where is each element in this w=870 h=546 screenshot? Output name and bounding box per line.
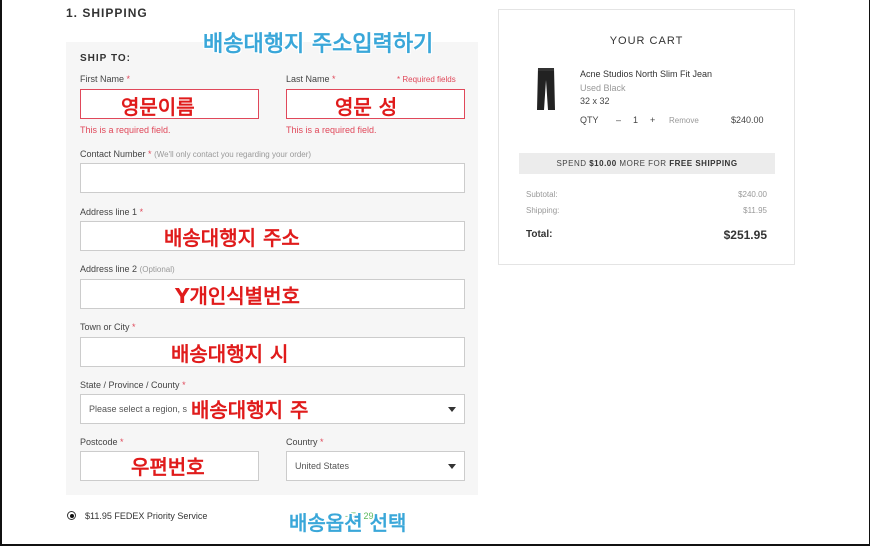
product-name[interactable]: Acne Studios North Slim Fit Jean bbox=[580, 69, 712, 79]
annotation-address2: Y개인식별번호 bbox=[175, 284, 300, 308]
cart-summary: YOUR CART Acne Studios North Slim Fit Je… bbox=[498, 9, 795, 265]
country-select-value: United States bbox=[295, 461, 350, 471]
address-line2-label: Address line 2 (Optional) bbox=[80, 264, 175, 274]
annotation-address1: 배송대행지 주소 bbox=[164, 226, 300, 250]
contact-number-input[interactable] bbox=[80, 163, 465, 193]
shipping-option-radio[interactable] bbox=[67, 511, 76, 520]
qty-decrement-button[interactable]: – bbox=[616, 115, 621, 125]
shipping-value: $11.95 bbox=[743, 206, 767, 215]
free-shipping-banner: SPEND $10.00 MORE FOR FREE SHIPPING bbox=[519, 153, 775, 174]
qty-increment-button[interactable]: + bbox=[650, 115, 655, 125]
annotation-title: 배송대행지 주소입력하기 bbox=[203, 32, 434, 57]
annotation-state: 배송대행지 주 bbox=[191, 398, 309, 422]
qty-value: 1 bbox=[633, 115, 639, 125]
contact-number-label: Contact Number * (We'll only contact you… bbox=[80, 149, 312, 159]
total-value: $251.95 bbox=[723, 228, 767, 242]
required-fields-note: * Required fields bbox=[397, 75, 456, 84]
annotation-postcode: 우편번호 bbox=[131, 455, 205, 479]
shipping-label: Shipping: bbox=[526, 206, 560, 215]
chevron-down-icon bbox=[448, 407, 456, 412]
state-select-placeholder: Please select a region, s bbox=[89, 404, 188, 414]
annotation-last-name: 영문 성 bbox=[335, 95, 398, 119]
city-label: Town or City * bbox=[80, 322, 136, 332]
first-name-error: This is a required field. bbox=[80, 125, 171, 135]
last-name-error: This is a required field. bbox=[286, 125, 377, 135]
country-select[interactable]: United States bbox=[286, 451, 465, 481]
postcode-label: Postcode * bbox=[80, 437, 124, 447]
total-label: Total: bbox=[526, 229, 553, 240]
country-label: Country * bbox=[286, 437, 324, 447]
product-jeans-image bbox=[537, 68, 555, 110]
last-name-label: Last Name * bbox=[286, 74, 336, 84]
qty-label: QTY bbox=[580, 115, 599, 125]
remove-button[interactable]: Remove bbox=[669, 116, 699, 125]
section-title: 1. SHIPPING bbox=[66, 6, 148, 20]
first-name-label: First Name * bbox=[80, 74, 131, 84]
product-price: $240.00 bbox=[731, 115, 764, 125]
product-size: 32 x 32 bbox=[580, 96, 610, 106]
ship-to-heading: SHIP TO: bbox=[80, 53, 131, 64]
annotation-city: 배송대행지 시 bbox=[171, 342, 289, 366]
subtotal-value: $240.00 bbox=[738, 190, 767, 199]
cart-title: YOUR CART bbox=[609, 35, 684, 47]
product-color: Used Black bbox=[580, 83, 626, 93]
chevron-down-icon bbox=[448, 464, 456, 469]
state-label: State / Province / County * bbox=[80, 380, 186, 390]
address-line1-label: Address line 1 * bbox=[80, 207, 144, 217]
shipping-option-label[interactable]: $11.95 FEDEX Priority Service bbox=[85, 511, 207, 521]
subtotal-label: Subtotal: bbox=[526, 190, 558, 199]
annotation-shipping: 배송옵션 선택 bbox=[289, 511, 407, 535]
annotation-first-name: 영문이름 bbox=[121, 95, 195, 119]
